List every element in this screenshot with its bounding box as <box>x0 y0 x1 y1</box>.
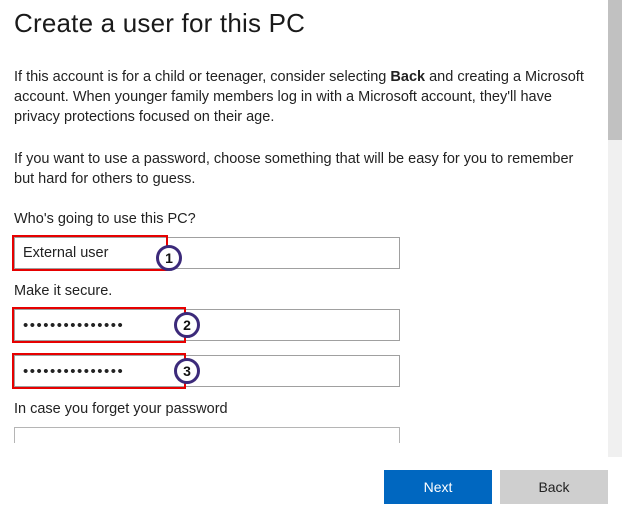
dialog-content: Create a user for this PC If this accoun… <box>0 0 608 457</box>
confirm-password-input[interactable] <box>14 355 400 387</box>
page-title: Create a user for this PC <box>14 8 594 39</box>
scrollbar-thumb[interactable] <box>608 0 622 140</box>
back-button[interactable]: Back <box>500 470 608 504</box>
intro-paragraph-1: If this account is for a child or teenag… <box>14 67 594 127</box>
dialog-footer: Next Back <box>0 457 622 517</box>
password-row: 2 <box>14 309 400 341</box>
username-label: Who's going to use this PC? <box>14 211 594 227</box>
intro-paragraph-2: If you want to use a password, choose so… <box>14 149 594 189</box>
username-row: 1 <box>14 237 400 269</box>
security-question-input-clipped[interactable] <box>14 427 400 443</box>
scrollbar-track[interactable] <box>608 0 622 457</box>
password-input[interactable] <box>14 309 400 341</box>
confirm-password-row: 3 <box>14 355 400 387</box>
intro-bold-back: Back <box>390 69 425 85</box>
password-section-label: Make it secure. <box>14 283 594 299</box>
forgot-password-label: In case you forget your password <box>14 401 594 417</box>
intro-text-a: If this account is for a child or teenag… <box>14 69 390 85</box>
next-button[interactable]: Next <box>384 470 492 504</box>
username-input[interactable] <box>14 237 400 269</box>
